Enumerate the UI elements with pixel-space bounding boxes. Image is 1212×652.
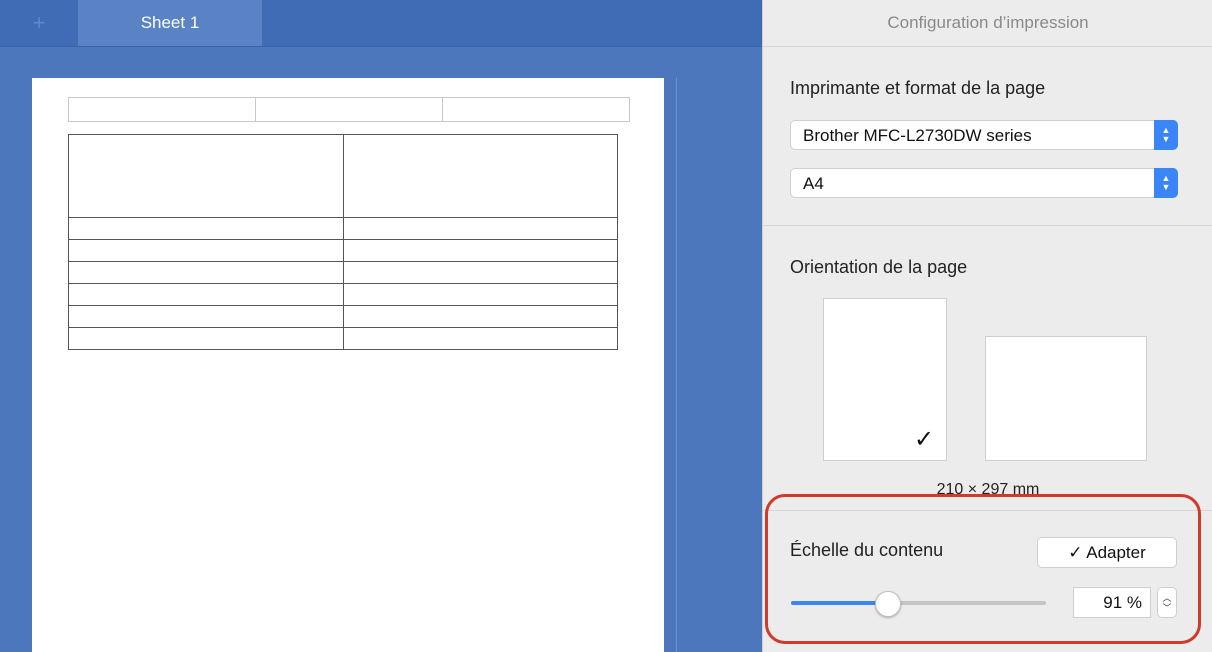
panel-title: Configuration d’impression: [763, 0, 1212, 47]
scale-slider[interactable]: [791, 591, 1046, 617]
table-row: [69, 217, 617, 239]
divider: [763, 225, 1212, 226]
table-row: [69, 135, 617, 217]
scale-label: Échelle du contenu: [790, 540, 944, 560]
table-row: [69, 327, 617, 349]
header-cell: [69, 98, 256, 121]
chevron-down-icon[interactable]: ﹀: [1162, 603, 1171, 613]
select-arrows-icon: ▲ ▼: [1154, 120, 1178, 150]
printer-section-label: Imprimante et format de la page: [790, 78, 1046, 98]
printer-select[interactable]: Brother MFC-L2730DW series ▲ ▼: [790, 120, 1178, 150]
scale-percent-field[interactable]: 91 %: [1073, 587, 1151, 618]
tab-sheet-1[interactable]: Sheet 1: [78, 0, 262, 46]
print-setup-panel: Configuration d’impression Imprimante et…: [762, 0, 1212, 652]
add-sheet-button[interactable]: +: [0, 0, 78, 46]
next-page-preview: [676, 78, 762, 652]
spreadsheet-area: + Sheet 1: [0, 0, 762, 652]
header-cell: [443, 98, 629, 121]
page-header-cells: [68, 97, 630, 122]
paper-size-value: A4: [803, 174, 824, 193]
sheet-tab-bar: + Sheet 1: [0, 0, 762, 47]
table-row: [69, 305, 617, 327]
divider: [763, 510, 1212, 511]
checkmark-icon: ✓: [914, 426, 935, 453]
portrait-orientation-option[interactable]: ✓: [823, 298, 947, 461]
table-row: [69, 239, 617, 261]
table-row: [69, 261, 617, 283]
print-preview-page: [32, 78, 664, 652]
orientation-label: Orientation de la page: [790, 257, 968, 277]
select-arrows-icon: ▲ ▼: [1154, 168, 1178, 198]
fit-button[interactable]: ✓ Adapter: [1037, 537, 1177, 568]
table-row: [69, 283, 617, 305]
landscape-orientation-option[interactable]: [985, 336, 1147, 461]
paper-size-select[interactable]: A4 ▲ ▼: [790, 168, 1178, 198]
page-dimensions: 210 × 297 mm: [936, 481, 1040, 497]
scale-slider-thumb[interactable]: [875, 591, 901, 617]
scale-stepper[interactable]: ︿ ﹀: [1157, 587, 1177, 618]
plus-icon: +: [32, 10, 46, 35]
scale-slider-fill: [791, 601, 887, 605]
header-cell: [256, 98, 443, 121]
chevron-up-icon[interactable]: ︿: [1162, 593, 1171, 603]
printer-select-value: Brother MFC-L2730DW series: [803, 126, 1032, 145]
preview-table: [68, 134, 618, 350]
